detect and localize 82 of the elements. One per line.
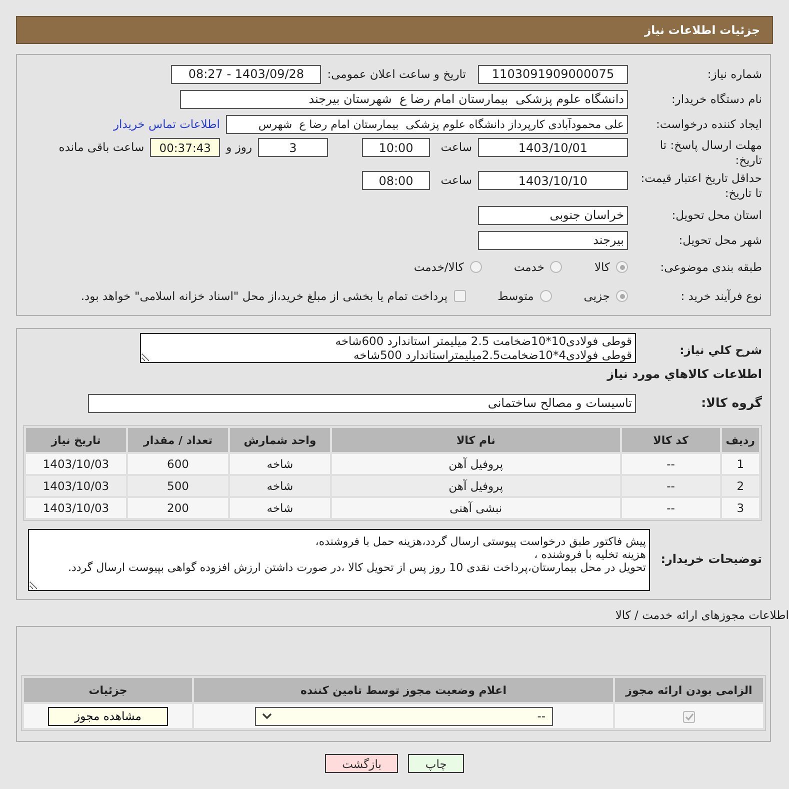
back-button[interactable]: بازگشت <box>325 754 398 773</box>
column-header: الزامی بودن ارائه مجوز <box>615 678 763 702</box>
radio-button[interactable] <box>550 261 562 273</box>
date-field[interactable]: 1403/10/01 <box>478 138 628 157</box>
column-header: جزئیات <box>24 678 192 702</box>
table-cell: 200 <box>128 498 228 518</box>
radio-button[interactable] <box>540 290 552 302</box>
section-heading: اطلاعات کالاهاي مورد نياز <box>606 367 762 381</box>
table-cell: 1 <box>722 454 759 474</box>
page-title: جزئیات اطلاعات نیاز <box>644 23 760 37</box>
announce-date-field[interactable]: 1403/09/28 - 08:27 <box>171 64 322 84</box>
table-cell: پروفیل آهن <box>332 454 620 474</box>
checkbox-label: پرداخت تمام یا بخشی از مبلغ خرید،از محل "اسناد خزانه اسلامی" خواهد بود. <box>80 289 448 303</box>
requester-field[interactable]: علی محمودآبادی کارپرداز دانشگاه علوم پزشکی بیمارستان امام رضا ع شهرس <box>226 114 628 134</box>
contact-link[interactable]: اطلاعات تماس خریدار <box>113 117 220 131</box>
table-cell: 2 <box>722 476 759 496</box>
section-title: اطلاعات مجوزهای ارائه خدمت / کالا <box>614 608 789 622</box>
table-cell: -- <box>622 476 720 496</box>
field-label: استان محل تحویل: <box>670 208 762 222</box>
radio-label: متوسط <box>498 289 534 303</box>
field-label: ایجاد کننده درخواست: <box>655 116 762 132</box>
column-header: نام کالا <box>332 428 620 452</box>
field-label: گروه کالا: <box>700 394 762 412</box>
time-field[interactable]: 08:00 <box>362 171 430 190</box>
field-label: شرح کلي نياز: <box>678 343 762 358</box>
table-cell: -- <box>622 498 720 518</box>
field-label: ساعت <box>440 173 472 187</box>
chevron-down-icon <box>262 713 272 719</box>
column-header: کد کالا <box>622 428 720 452</box>
table-cell: -- <box>622 454 720 474</box>
field-label: روز و <box>226 140 252 154</box>
table-cell: شاخه <box>230 454 330 474</box>
radio-button[interactable] <box>470 261 482 273</box>
summary-textarea[interactable]: قوطی فولادی10*10ضخامت 2.5 میلیمتر استاندارد 600شاخه قوطی فولادی4*10ضخامت2.5میلیمتراستاندارد 500شاخه <box>140 333 636 363</box>
table-cell: 1403/10/03 <box>26 498 126 518</box>
field-label: توضیحات خریدار: <box>660 552 762 568</box>
table-cell: 1403/10/03 <box>26 454 126 474</box>
location-field[interactable]: بیرجند <box>478 230 628 250</box>
radio-button[interactable] <box>616 290 628 302</box>
print-button[interactable]: چاپ <box>408 754 464 773</box>
column-header: اعلام وضعیت مجوز توسط تامین کننده <box>194 678 613 702</box>
field-label: مهلت ارسال پاسخ: تا تاریخ: <box>658 138 762 168</box>
time-field[interactable]: 10:00 <box>362 138 430 157</box>
goods-group-field[interactable]: تاسیسات و مصالح ساختمانی <box>88 394 636 412</box>
radio-label: جزیی <box>584 289 610 303</box>
table-cell: نبشی آهنی <box>332 498 620 518</box>
table-cell: شاخه <box>230 476 330 496</box>
column-header: تاریخ نیاز <box>26 428 126 452</box>
table-cell: 500 <box>128 476 228 496</box>
select-value: -- <box>537 709 546 723</box>
notes-textarea[interactable]: پیش فاکتور طبق درخواست پیوستی ارسال گردد،هزینه حمل با فروشنده، هزینه تخلیه با فروشنده ، تحویل در محل بیمارستان،پرداخت نقدی 10 روز پس از تحویل کالا ،در صورت داشتن ارزش افزوده گواهی بپیوست ارسال گردد. <box>28 529 650 591</box>
days-field[interactable]: 3 <box>258 138 328 157</box>
field-label: طبقه بندی موضوعی: <box>659 260 762 274</box>
checkbox[interactable] <box>454 290 466 302</box>
radio-button[interactable] <box>616 261 628 273</box>
date-field[interactable]: 1403/10/10 <box>478 171 628 190</box>
field-label: شهر محل تحویل: <box>678 232 762 248</box>
field-label: ساعت باقی مانده <box>58 140 144 154</box>
table-cell: پروفیل آهن <box>332 476 620 496</box>
field-label: تاریخ و ساعت اعلان عمومی: <box>327 67 466 81</box>
field-label: ساعت <box>440 140 472 154</box>
field-label: شماره نیاز: <box>706 66 762 82</box>
table-cell: شاخه <box>230 498 330 518</box>
field-label: نوع فرآیند خرید : <box>680 288 762 304</box>
table-cell: 1403/10/03 <box>26 476 126 496</box>
column-header: ردیف <box>722 428 759 452</box>
column-header: واحد شمارش <box>230 428 330 452</box>
view-permit-button[interactable]: مشاهده مجوز <box>48 706 168 726</box>
field-label: نام دستگاه خریدار: <box>670 92 762 106</box>
need-number-field[interactable]: 1103091909000075 <box>478 64 628 84</box>
radio-label: خدمت <box>514 260 544 274</box>
location-field[interactable]: خراسان جنوبی <box>478 206 628 224</box>
radio-label: کالا <box>594 260 610 274</box>
field-label: حداقل تاریخ اعتبار قیمت: تا تاریخ: <box>640 171 762 201</box>
radio-label: کالا/خدمت <box>414 260 464 274</box>
checkbox[interactable] <box>683 710 695 723</box>
column-header: تعداد / مقدار <box>128 428 228 452</box>
buyer-org-field[interactable]: دانشگاه علوم پزشکی بیمارستان امام رضا ع شهرستان بیرجند <box>180 90 628 108</box>
remaining-time-field[interactable]: 00:37:43 <box>150 138 220 157</box>
table-cell: 600 <box>128 454 228 474</box>
status-select[interactable]: -- <box>254 706 552 726</box>
table-cell: 3 <box>722 498 759 518</box>
